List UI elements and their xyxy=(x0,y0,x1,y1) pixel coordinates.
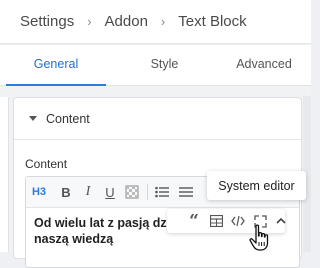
breadcrumb-settings[interactable]: Settings xyxy=(20,13,74,30)
section-title: Content xyxy=(46,111,90,126)
bold-button[interactable]: B xyxy=(56,182,76,202)
hand-cursor-icon xyxy=(249,224,269,251)
bullet-list-icon[interactable] xyxy=(152,182,172,202)
toolbar-divider xyxy=(147,184,148,200)
section-header[interactable]: Content xyxy=(14,98,301,140)
quote-icon[interactable]: “ xyxy=(185,211,203,231)
breadcrumb-addon[interactable]: Addon xyxy=(105,13,148,30)
tooltip: System editor xyxy=(207,171,306,200)
table-icon[interactable] xyxy=(207,212,225,230)
tab-advanced[interactable]: Advanced xyxy=(217,45,311,85)
tab-style[interactable]: Style xyxy=(112,45,217,85)
breadcrumb-separator: › xyxy=(87,14,92,29)
breadcrumb: Settings › Addon › Text Block xyxy=(0,0,311,44)
settings-tabs: General Style Advanced xyxy=(0,45,311,86)
more-icon[interactable] xyxy=(176,182,196,202)
italic-button[interactable]: I xyxy=(78,182,98,202)
collapse-up-icon[interactable] xyxy=(272,212,290,230)
breadcrumb-text-block: Text Block xyxy=(178,13,247,30)
caret-down-icon xyxy=(29,116,37,121)
code-icon[interactable] xyxy=(229,212,247,230)
heading-button[interactable]: H3 xyxy=(29,182,49,202)
editor-content[interactable]: Od wielu lat z pasją dz naszą wiedzą xyxy=(34,215,184,247)
clear-format-icon[interactable] xyxy=(122,182,142,202)
breadcrumb-separator: › xyxy=(160,14,166,29)
tab-general[interactable]: General xyxy=(0,45,112,86)
content-field-label: Content xyxy=(25,157,68,171)
underline-button[interactable]: U xyxy=(100,182,120,202)
left-panel-edge xyxy=(0,97,9,252)
